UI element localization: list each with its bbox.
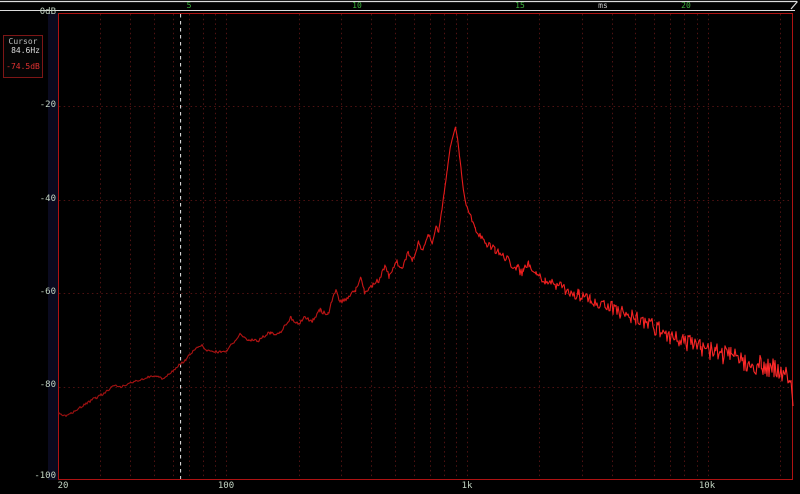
y-axis-tick-label: -40 — [0, 195, 56, 204]
x-axis-tick-label: 100 — [218, 482, 234, 491]
spectrum-plot[interactable] — [0, 0, 800, 494]
cursor-readout: Cursor 84.6Hz -74.5dB — [3, 35, 43, 78]
cursor-level: -74.5dB — [5, 62, 41, 71]
y-axis-tick-label: -80 — [0, 381, 56, 390]
grid-lines — [59, 14, 792, 479]
y-axis-top-label: 0dB — [0, 8, 56, 17]
x-axis-tick-label: 1k — [462, 482, 473, 491]
x-axis-tick-label: 20 — [58, 482, 69, 491]
cursor-frequency: 84.6Hz — [5, 46, 41, 55]
spectrum-trace — [58, 127, 793, 416]
ruler-tick-label: 5 — [187, 1, 192, 10]
ruler-tick-label: 15 — [515, 1, 525, 10]
x-axis-tick-label: 10k — [699, 482, 715, 491]
y-axis-tick-label: -100 — [0, 472, 56, 481]
plot-border — [59, 14, 793, 480]
cursor-title: Cursor — [5, 37, 41, 46]
y-axis-tick-label: -60 — [0, 288, 56, 297]
ruler-tick-label: 10 — [352, 1, 362, 10]
time-ruler[interactable]: 5 10 15 ms 20 — [0, 0, 800, 11]
ruler-unit-label: ms — [598, 1, 608, 10]
ruler-tick-label: 20 — [681, 1, 691, 10]
spectrum-analyzer-screen: 5 10 15 ms 20 0dB -20 -40 -60 -80 -100 2… — [0, 0, 800, 494]
y-axis-tick-label: -20 — [0, 101, 56, 110]
